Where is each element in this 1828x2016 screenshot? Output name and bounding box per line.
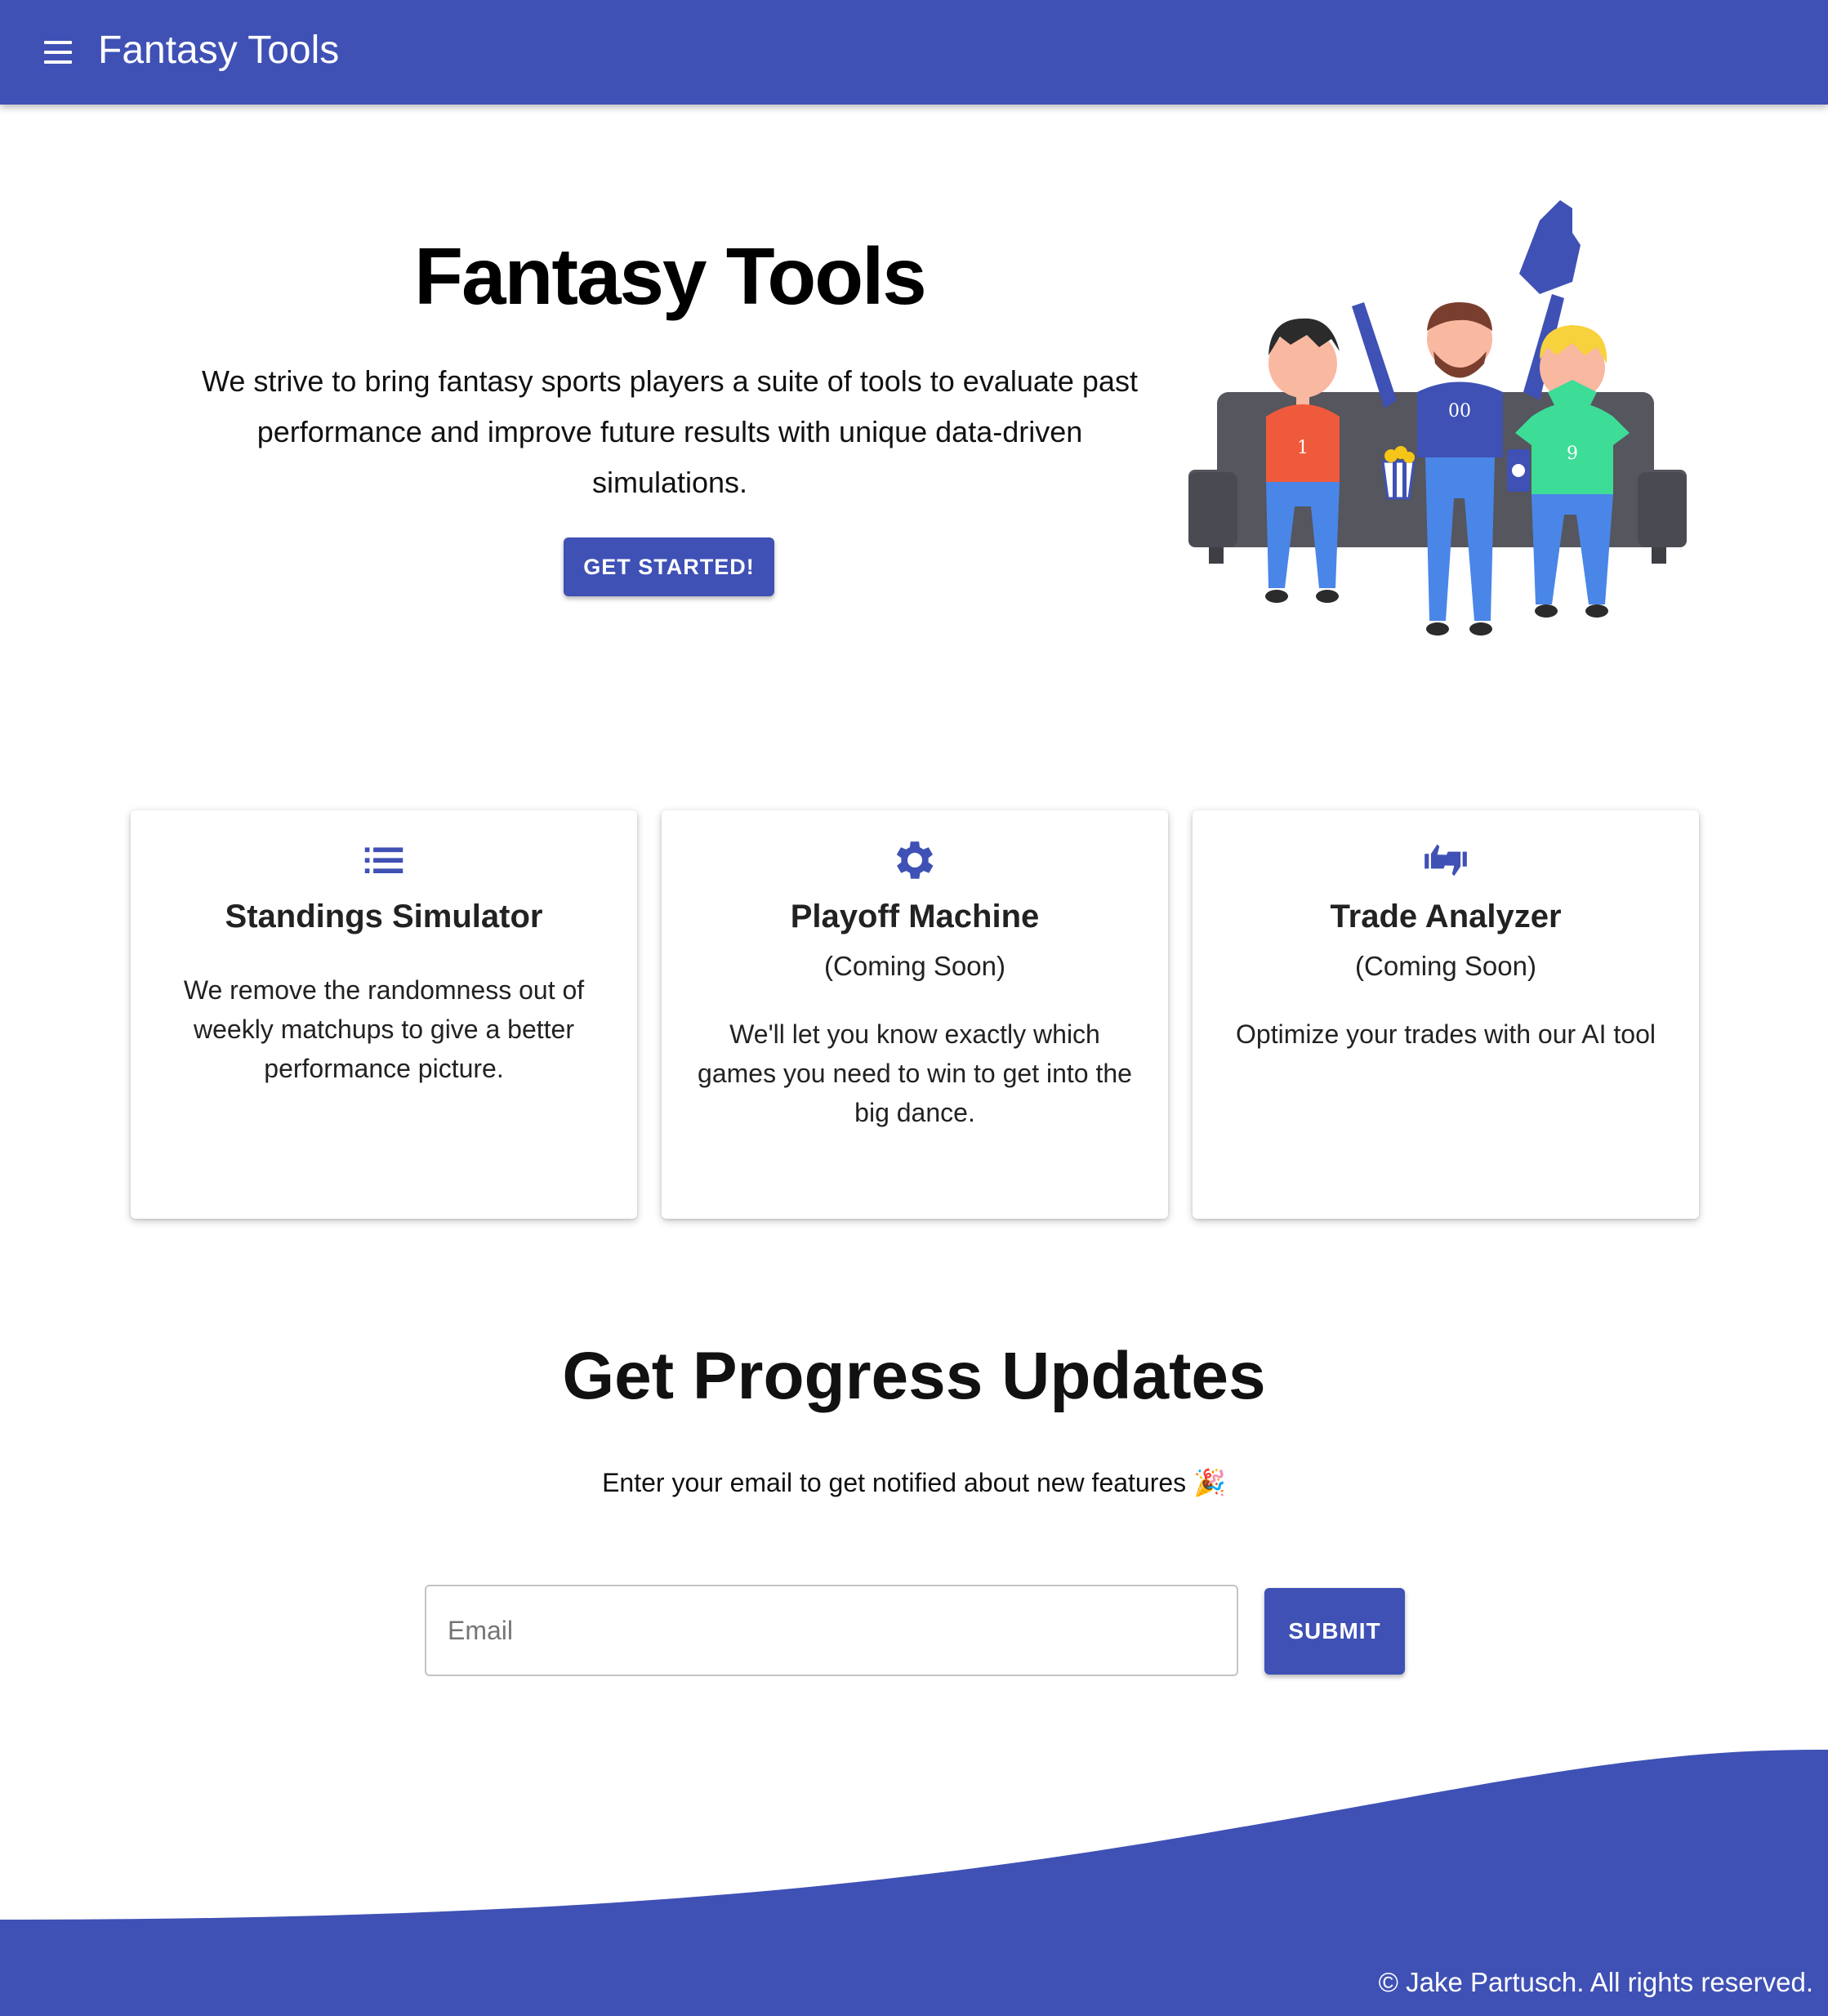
feature-card-playoff-machine: Playoff Machine (Coming Soon) We'll let … bbox=[662, 810, 1168, 1219]
feature-card-trade-analyzer: Trade Analyzer (Coming Soon) Optimize yo… bbox=[1193, 810, 1699, 1219]
updates-title: Get Progress Updates bbox=[562, 1339, 1266, 1413]
app-bar: Fantasy Tools bbox=[0, 0, 1828, 105]
card-description: We'll let you know exactly which games y… bbox=[698, 1019, 1132, 1127]
gear-icon bbox=[896, 841, 934, 879]
hero-title: Fantasy Tools bbox=[414, 231, 927, 321]
card-title: Standings Simulator bbox=[225, 899, 543, 934]
card-subtitle: (Coming Soon) bbox=[824, 951, 1005, 981]
card-title: Trade Analyzer bbox=[1330, 899, 1562, 934]
feature-card-standings-simulator: Standings Simulator We remove the random… bbox=[131, 810, 637, 1219]
card-description: We remove the randomness out of weekly m… bbox=[183, 975, 585, 1083]
email-field[interactable] bbox=[425, 1585, 1238, 1676]
copyright-text: © Jake Partusch. All rights reserved. bbox=[1378, 1967, 1813, 1997]
app-title[interactable]: Fantasy Tools bbox=[98, 28, 339, 73]
card-description: Optimize your trades with our AI tool bbox=[1236, 1019, 1656, 1049]
list-icon bbox=[364, 847, 403, 874]
hero-description: We strive to bring fantasy sports player… bbox=[202, 364, 1138, 499]
submit-button[interactable]: SUBMIT bbox=[1264, 1588, 1405, 1675]
thumbs-up-down-icon bbox=[1425, 844, 1467, 876]
fans-on-couch-illustration: 1 00 9 bbox=[1188, 200, 1687, 636]
updates-description: Enter your email to get notified about n… bbox=[602, 1468, 1226, 1497]
jersey-number-9: 9 bbox=[1567, 444, 1578, 464]
get-started-button[interactable]: GET STARTED! bbox=[564, 537, 774, 596]
hamburger-menu-icon[interactable] bbox=[41, 36, 74, 69]
card-title: Playoff Machine bbox=[790, 899, 1040, 934]
jersey-number-1: 1 bbox=[1297, 438, 1309, 458]
card-subtitle: (Coming Soon) bbox=[1355, 951, 1536, 981]
jersey-number-00: 00 bbox=[1448, 401, 1471, 421]
